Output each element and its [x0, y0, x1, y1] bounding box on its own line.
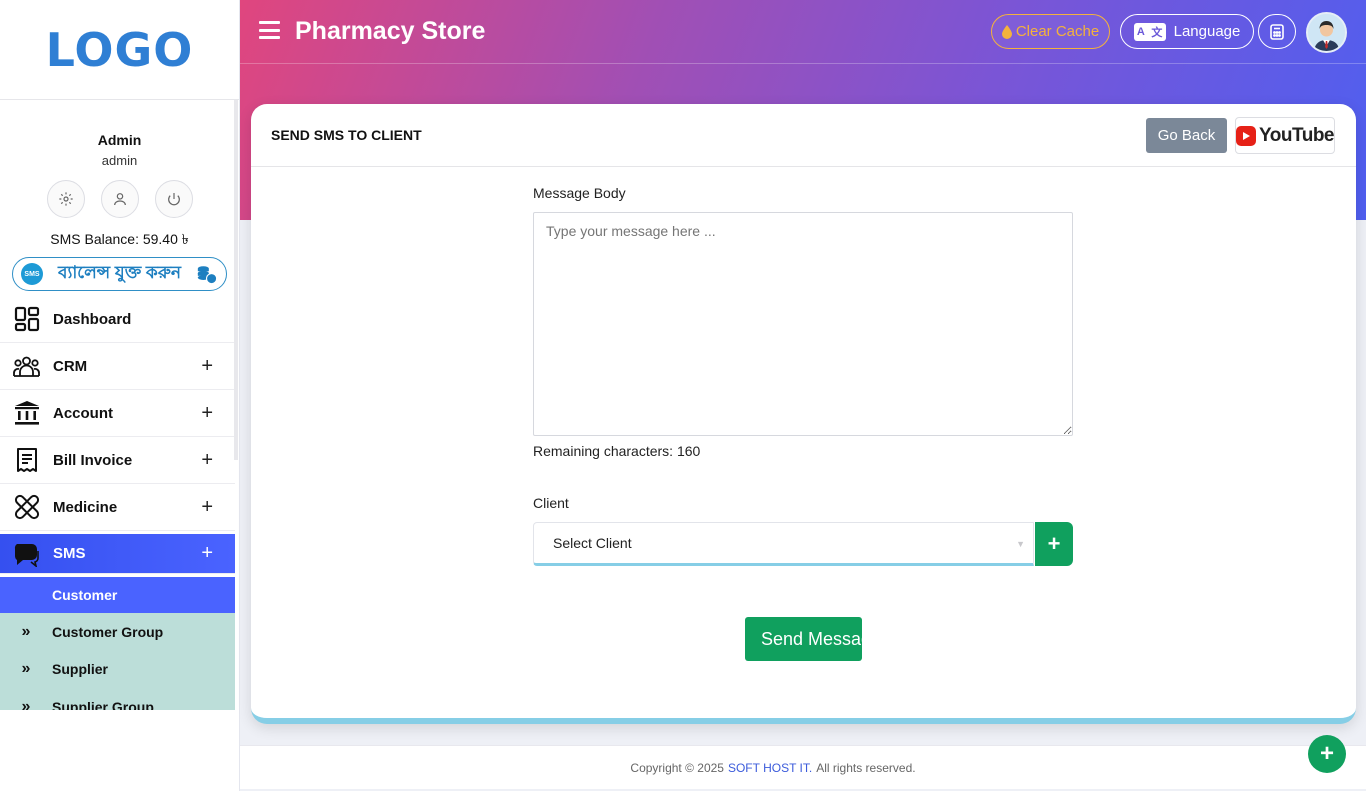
submenu-item-label: Customer	[52, 587, 118, 603]
message-body-label: Message Body	[533, 185, 626, 201]
language-label: Language	[1173, 23, 1241, 40]
sidebar-item-label: Medicine	[53, 498, 118, 516]
sms-balance: SMS Balance: 59.40 ৳	[50, 231, 189, 247]
submenu-item-supplier[interactable]: » Supplier	[0, 651, 235, 689]
expand-icon: +	[201, 354, 213, 377]
sidebar-item-account[interactable]: Account +	[0, 390, 235, 437]
invoice-icon	[13, 447, 40, 474]
sidebar-item-label: Bill Invoice	[53, 451, 133, 469]
expand-icon: +	[201, 401, 213, 424]
hamburger-icon	[259, 21, 280, 24]
client-select-value: Select Client	[553, 535, 632, 551]
card-header: SEND SMS TO CLIENT Go Back YouTube	[251, 104, 1356, 167]
chevron-double-right-icon: »	[21, 697, 31, 710]
user-avatar-icon	[1308, 14, 1345, 51]
sms-submenu: Customer » Customer Group » Supplier » S…	[0, 577, 235, 710]
submenu-item-label: Supplier Group	[52, 698, 154, 710]
logo-area[interactable]: LOGO	[0, 0, 239, 100]
floating-add-button[interactable]: +	[1308, 735, 1346, 773]
language-button[interactable]: A文 Language	[1120, 14, 1254, 49]
droplet-icon	[1001, 24, 1012, 39]
client-select[interactable]: Select Client ▼	[533, 522, 1034, 566]
power-icon	[167, 193, 180, 206]
chevron-down-icon: ▼	[1016, 539, 1025, 549]
user-icon	[113, 193, 126, 206]
submenu-item-supplier-group[interactable]: » Supplier Group	[0, 688, 235, 710]
menu-toggle-button[interactable]	[259, 21, 280, 39]
users-icon	[13, 353, 40, 380]
send-message-button[interactable]: Send Message	[745, 617, 862, 661]
page-title: SEND SMS TO CLIENT	[271, 127, 422, 143]
add-balance-button[interactable]: SMS ব্যালেন্স যুক্ত করুন	[12, 257, 227, 291]
sidebar-item-medicine[interactable]: Medicine +	[0, 484, 235, 531]
expand-icon: +	[201, 495, 213, 518]
user-role: admin	[101, 153, 138, 168]
avatar[interactable]	[1306, 12, 1347, 53]
youtube-label: YouTube	[1259, 124, 1334, 146]
pill-icon	[13, 494, 40, 521]
youtube-button[interactable]: YouTube	[1235, 117, 1335, 154]
remaining-characters: Remaining characters: 160	[533, 443, 701, 459]
send-sms-card: SEND SMS TO CLIENT Go Back YouTube Messa…	[251, 104, 1356, 724]
client-label: Client	[533, 495, 569, 511]
copyright-text: Copyright © 2025	[630, 760, 724, 775]
sidebar-item-bill-invoice[interactable]: Bill Invoice +	[0, 437, 235, 484]
chevron-double-right-icon: »	[21, 622, 31, 640]
logo[interactable]: LOGO	[46, 23, 194, 77]
bank-icon	[13, 400, 40, 427]
settings-button[interactable]	[46, 180, 85, 218]
header-divider	[240, 63, 1366, 64]
clear-cache-button[interactable]: Clear Cache	[991, 14, 1110, 49]
dashboard-icon	[13, 306, 40, 333]
sidebar-menu: Dashboard CRM + Account + Bill Invoice +	[0, 296, 239, 710]
sidebar-item-sms[interactable]: SMS +	[0, 534, 235, 574]
submenu-item-label: Supplier	[52, 661, 109, 678]
youtube-play-icon	[1236, 125, 1257, 146]
rights-text: All rights reserved.	[816, 760, 916, 775]
chevron-double-right-icon: »	[21, 660, 31, 678]
profile-button[interactable]	[100, 180, 139, 218]
go-back-button[interactable]: Go Back	[1146, 118, 1227, 153]
message-body-input[interactable]	[533, 212, 1073, 436]
user-name: Admin	[97, 132, 142, 148]
footer-brand-link[interactable]: SOFT HOST IT.	[728, 761, 812, 775]
add-balance-label: ব্যালেন্স যুক্ত করুন	[57, 263, 182, 282]
calculator-icon	[1270, 23, 1284, 40]
sidebar: LOGO Admin admin SMS Balance: 59.40 ৳ SM…	[0, 0, 240, 791]
expand-icon: +	[201, 448, 213, 471]
submenu-item-customer-group[interactable]: » Customer Group	[0, 613, 235, 651]
footer: Copyright © 2025 SOFT HOST IT. All right…	[240, 745, 1366, 789]
sidebar-scrollbar[interactable]	[234, 100, 238, 460]
app-title: Pharmacy Store	[295, 17, 486, 45]
logout-button[interactable]	[154, 180, 193, 218]
sidebar-item-label: Account	[53, 404, 113, 422]
translate-icon: A文	[1133, 22, 1166, 41]
add-client-button[interactable]: +	[1035, 522, 1073, 566]
clear-cache-label: Clear Cache	[1015, 23, 1100, 40]
coins-icon	[197, 266, 218, 285]
expand-icon: +	[201, 542, 213, 564]
user-profile: Admin admin	[0, 100, 239, 218]
calculator-button[interactable]	[1258, 14, 1296, 49]
chat-icon	[13, 540, 40, 567]
sms-chat-icon: SMS	[21, 263, 43, 285]
gear-icon	[58, 192, 73, 206]
sidebar-item-dashboard[interactable]: Dashboard	[0, 296, 235, 343]
submenu-item-customer[interactable]: Customer	[0, 577, 235, 613]
sidebar-item-label: Dashboard	[53, 310, 132, 328]
submenu-item-label: Customer Group	[52, 623, 164, 640]
sidebar-item-label: SMS	[53, 545, 86, 562]
sidebar-item-crm[interactable]: CRM +	[0, 343, 235, 390]
sidebar-item-label: CRM	[53, 357, 88, 375]
